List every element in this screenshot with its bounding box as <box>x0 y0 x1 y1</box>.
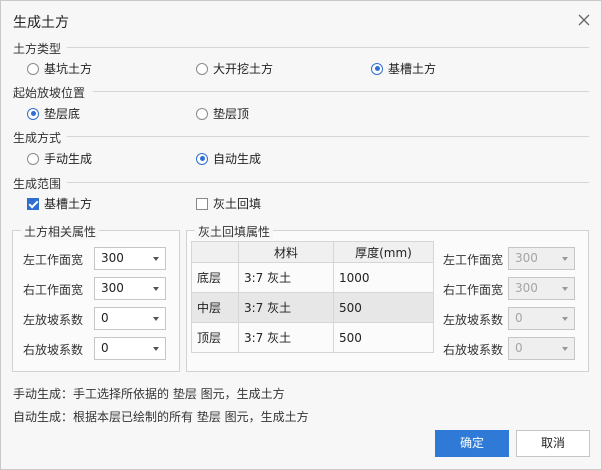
column-header <box>191 241 239 263</box>
chevron-down-icon <box>562 287 568 291</box>
row-name: 顶层 <box>191 322 239 353</box>
radio-label: 手动生成 <box>44 152 93 166</box>
table-header-row: 材料 厚度(mm) <box>191 241 434 263</box>
fill-props-title: 灰土回填属性 <box>195 223 274 240</box>
column-header-thickness: 厚度(mm) <box>333 241 434 263</box>
chevron-down-icon <box>153 317 159 321</box>
radio-indicator <box>27 62 39 75</box>
chevron-down-icon <box>153 287 159 291</box>
table-row[interactable]: 顶层 3:7 灰土 500 <box>191 322 434 353</box>
fill-right-slope-coef-label: 右放坡系数 <box>443 343 504 357</box>
gen-scope-label: 生成范围 <box>13 177 62 191</box>
chevron-down-icon <box>562 347 568 351</box>
radio-indicator <box>27 152 39 165</box>
table-row[interactable]: 底层 3:7 灰土 1000 <box>191 262 434 293</box>
thickness-cell[interactable]: 500 <box>333 322 434 353</box>
material-cell[interactable]: 3:7 灰土 <box>238 262 334 293</box>
select-value: 0 <box>515 341 523 355</box>
divider <box>67 136 589 137</box>
chevron-down-icon <box>153 257 159 261</box>
radio-cushion-bottom[interactable]: 垫层底 <box>27 105 80 122</box>
generate-earthwork-dialog: 生成土方 土方类型 基坑土方 大开挖土方 基槽土方 起始放坡位置 垫层底 垫层顶… <box>0 0 602 470</box>
radio-auto-generate[interactable]: 自动生成 <box>196 150 261 167</box>
radio-label: 大开挖土方 <box>213 62 274 76</box>
chevron-down-icon <box>153 347 159 351</box>
cancel-button[interactable]: 取消 <box>516 430 590 457</box>
checkbox-lime-soil-backfill[interactable]: 灰土回填 <box>196 195 261 212</box>
fill-left-work-width-select: 300 <box>508 247 575 270</box>
divider <box>67 47 589 48</box>
checkbox-indicator <box>196 197 208 210</box>
radio-open-excavation[interactable]: 大开挖土方 <box>196 60 273 77</box>
left-slope-coef-select[interactable]: 0 <box>94 307 166 330</box>
divider <box>67 182 589 183</box>
table-row[interactable]: 中层 3:7 灰土 500 <box>191 292 434 323</box>
checkbox-trench-earthwork[interactable]: 基槽土方 <box>27 195 92 212</box>
select-value: 300 <box>101 251 124 265</box>
thickness-cell[interactable]: 500 <box>333 292 434 323</box>
radio-label: 基槽土方 <box>388 62 437 76</box>
earth-props-title: 土方相关属性 <box>21 223 100 240</box>
radio-indicator <box>196 107 208 120</box>
radio-indicator <box>196 62 208 75</box>
right-work-width-label: 右工作面宽 <box>23 283 84 297</box>
select-value: 300 <box>515 251 538 265</box>
dialog-title: 生成土方 <box>13 15 69 31</box>
column-header-material: 材料 <box>238 241 334 263</box>
left-work-width-select[interactable]: 300 <box>94 247 166 270</box>
right-slope-coef-select[interactable]: 0 <box>94 337 166 360</box>
right-work-width-select[interactable]: 300 <box>94 277 166 300</box>
ok-button[interactable]: 确定 <box>435 430 509 457</box>
radio-trench[interactable]: 基槽土方 <box>371 60 436 77</box>
left-slope-coef-label: 左放坡系数 <box>23 313 84 327</box>
earthwork-type-label: 土方类型 <box>13 42 62 56</box>
manual-generate-note: 手动生成：手工选择所依据的 垫层 图元，生成土方 <box>13 387 285 401</box>
auto-generate-note: 自动生成：根据本层已绘制的所有 垫层 图元，生成土方 <box>13 410 309 424</box>
material-cell[interactable]: 3:7 灰土 <box>238 292 334 323</box>
radio-manual-generate[interactable]: 手动生成 <box>27 150 92 167</box>
radio-label: 垫层顶 <box>213 107 250 121</box>
radio-indicator-selected <box>27 107 39 120</box>
fill-left-slope-coef-label: 左放坡系数 <box>443 313 504 327</box>
select-value: 300 <box>515 281 538 295</box>
gen-method-label: 生成方式 <box>13 131 62 145</box>
chevron-down-icon <box>562 257 568 261</box>
fill-right-slope-coef-select: 0 <box>508 337 575 360</box>
divider <box>93 91 589 92</box>
radio-indicator-selected <box>196 152 208 165</box>
left-work-width-label: 左工作面宽 <box>23 253 84 267</box>
select-value: 0 <box>515 311 523 325</box>
fill-right-work-width-label: 右工作面宽 <box>443 283 504 297</box>
fill-left-work-width-label: 左工作面宽 <box>443 253 504 267</box>
checkbox-indicator-checked <box>27 197 39 210</box>
material-cell[interactable]: 3:7 灰土 <box>238 322 334 353</box>
backfill-layer-table: 材料 厚度(mm) 底层 3:7 灰土 1000 中层 3:7 灰土 500 顶… <box>191 241 434 353</box>
select-value: 0 <box>101 311 109 325</box>
thickness-cell[interactable]: 1000 <box>333 262 434 293</box>
select-value: 300 <box>101 281 124 295</box>
row-name: 底层 <box>191 262 239 293</box>
radio-indicator-selected <box>371 62 383 75</box>
checkbox-label: 灰土回填 <box>213 197 262 211</box>
select-value: 0 <box>101 341 109 355</box>
right-slope-coef-label: 右放坡系数 <box>23 343 84 357</box>
checkbox-label: 基槽土方 <box>44 197 93 211</box>
fill-right-work-width-select: 300 <box>508 277 575 300</box>
chevron-down-icon <box>562 317 568 321</box>
fill-left-slope-coef-select: 0 <box>508 307 575 330</box>
start-slope-label: 起始放坡位置 <box>13 86 86 100</box>
close-icon[interactable] <box>575 11 593 29</box>
radio-label: 垫层底 <box>44 107 81 121</box>
radio-label: 基坑土方 <box>44 62 93 76</box>
radio-label: 自动生成 <box>213 152 262 166</box>
row-name: 中层 <box>191 292 239 323</box>
radio-cushion-top[interactable]: 垫层顶 <box>196 105 249 122</box>
radio-foundation-pit[interactable]: 基坑土方 <box>27 60 92 77</box>
